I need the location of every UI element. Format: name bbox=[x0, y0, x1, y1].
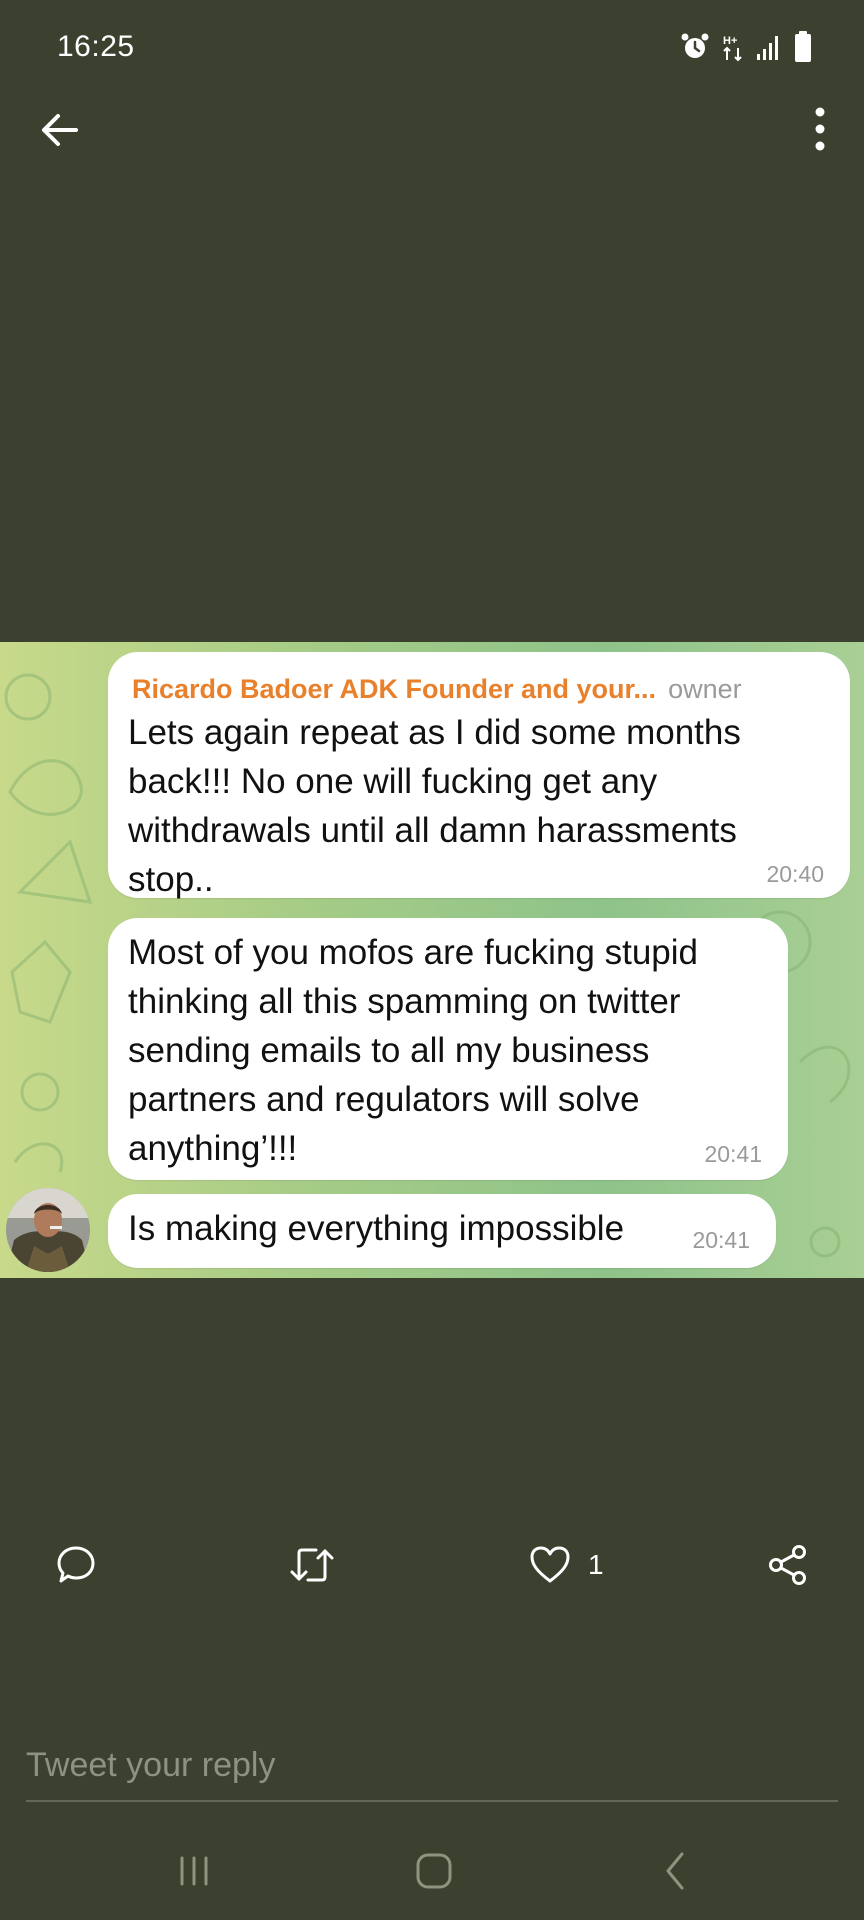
status-bar: 16:25 H+ bbox=[0, 0, 864, 100]
message-sender: Ricardo Badoer ADK Founder and your... o… bbox=[132, 674, 742, 705]
retweet-button[interactable] bbox=[288, 1530, 336, 1600]
message-text: Is making everything impossible bbox=[128, 1209, 625, 1248]
comment-icon bbox=[57, 1546, 95, 1583]
message-bubble[interactable]: Most of you mofos are fucking stupid thi… bbox=[108, 918, 788, 1180]
signal-icon bbox=[757, 36, 778, 60]
message-time: 20:41 bbox=[704, 1141, 762, 1167]
tweet-media-image[interactable]: Ricardo Badoer ADK Founder and your... o… bbox=[0, 642, 864, 1278]
message-time: 20:41 bbox=[692, 1227, 750, 1253]
reply-placeholder: Tweet your reply bbox=[26, 1746, 276, 1784]
heart-icon bbox=[530, 1546, 570, 1583]
message-time: 20:40 bbox=[766, 861, 824, 887]
battery-icon bbox=[795, 31, 811, 62]
sender-name[interactable]: Ricardo Badoer ADK Founder and your... bbox=[132, 674, 656, 705]
alarm-icon bbox=[681, 33, 709, 58]
sender-role-badge: owner bbox=[668, 674, 742, 704]
home-icon[interactable] bbox=[404, 1846, 464, 1896]
data-transfer-icon: H+ bbox=[723, 35, 742, 62]
message-text: Lets again repeat as I did some months b… bbox=[128, 713, 741, 899]
like-button[interactable]: 1 bbox=[528, 1530, 604, 1600]
share-icon bbox=[769, 1545, 806, 1585]
status-time: 16:25 bbox=[57, 30, 135, 63]
reply-button[interactable] bbox=[54, 1530, 98, 1600]
sender-avatar[interactable] bbox=[6, 1188, 90, 1272]
top-nav bbox=[0, 90, 864, 166]
like-count: 1 bbox=[588, 1549, 604, 1580]
share-button[interactable] bbox=[766, 1530, 810, 1600]
back-arrow-icon[interactable] bbox=[36, 106, 84, 154]
reply-input[interactable]: Tweet your reply bbox=[26, 1738, 838, 1802]
svg-text:H+: H+ bbox=[723, 35, 737, 47]
message-bubble[interactable]: Ricardo Badoer ADK Founder and your... o… bbox=[108, 652, 850, 899]
recent-apps-icon[interactable] bbox=[164, 1846, 224, 1896]
status-icons: H+ bbox=[680, 30, 812, 64]
more-vertical-icon[interactable] bbox=[802, 104, 838, 154]
message-text: Most of you mofos are fucking stupid thi… bbox=[128, 933, 698, 1168]
message-bubble[interactable]: Is making everything impossible 20:41 bbox=[108, 1194, 776, 1268]
back-nav-icon[interactable] bbox=[646, 1846, 706, 1896]
tweet-actions: 1 bbox=[0, 1530, 864, 1600]
retweet-icon bbox=[290, 1548, 334, 1582]
system-nav-bar bbox=[0, 1830, 864, 1910]
reply-divider bbox=[26, 1800, 838, 1802]
